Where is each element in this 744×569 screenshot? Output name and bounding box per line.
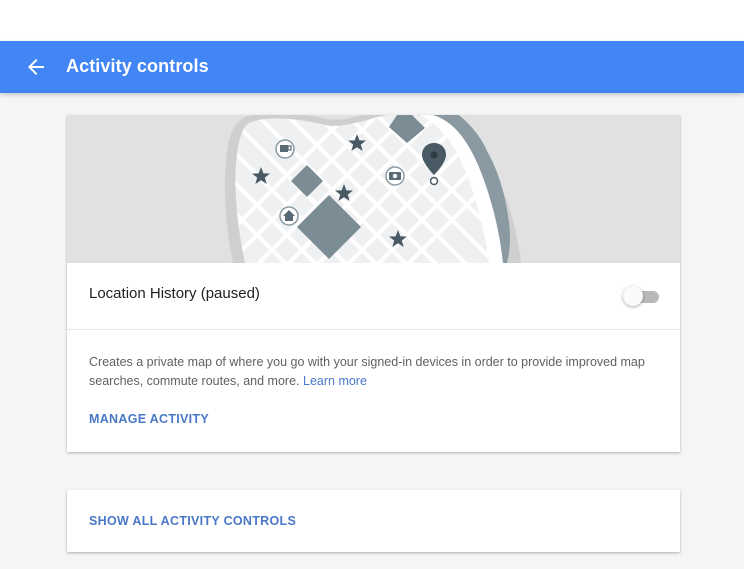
toggle-thumb [623,286,643,306]
app-bar: Activity controls [0,41,744,93]
coffee-icon [275,139,295,159]
learn-more-link[interactable]: Learn more [303,374,367,388]
top-blank-area [0,0,744,41]
location-history-row[interactable]: Location History (paused) [67,263,680,330]
camera-icon [385,166,405,186]
location-map-illustration [67,115,680,263]
setting-title: Location History (paused) [89,285,260,302]
back-button[interactable] [24,55,48,79]
manage-activity-button[interactable]: MANAGE ACTIVITY [89,412,209,426]
home-icon [279,206,299,226]
setting-description: Creates a private map of where you go wi… [89,353,649,391]
show-all-card: SHOW ALL ACTIVITY CONTROLS [67,490,680,552]
show-all-activity-controls-button[interactable]: SHOW ALL ACTIVITY CONTROLS [89,514,296,528]
map-graphic [225,115,521,263]
location-history-toggle[interactable] [623,285,661,307]
arrow-left-icon [28,59,44,75]
page-title: Activity controls [66,56,209,76]
location-history-card: Location History (paused) Creates a priv… [67,115,680,452]
